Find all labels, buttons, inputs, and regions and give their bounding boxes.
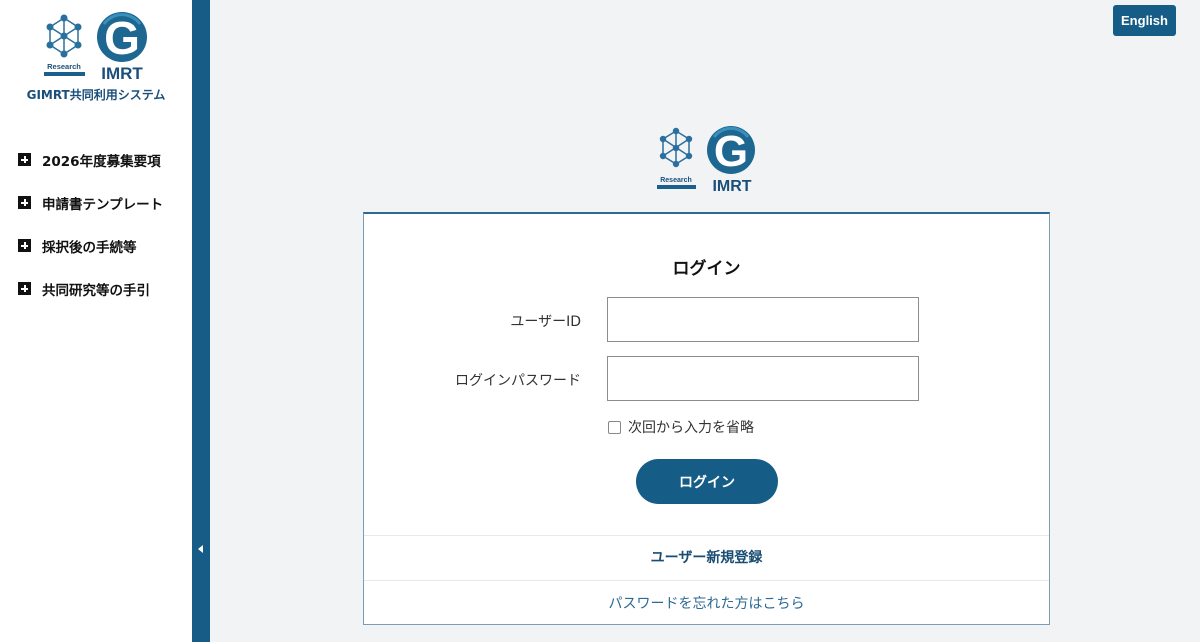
research-network-icon: Research bbox=[657, 127, 696, 189]
plus-square-icon bbox=[18, 239, 31, 252]
user-id-label: ユーザーID bbox=[510, 314, 581, 330]
system-name: GIMRT共同利用システム bbox=[26, 88, 166, 102]
logo-research-text: Research bbox=[660, 177, 692, 184]
remember-me-label: 次回から入力を省略 bbox=[628, 420, 754, 436]
sidebar-item-label: 申請書テンプレート bbox=[42, 196, 164, 213]
chevron-left-icon bbox=[198, 545, 203, 553]
sidebar-nav: 2026年度募集要項 申請書テンプレート 採択後の手続等 共同研究等の手引 bbox=[18, 138, 163, 310]
divider bbox=[364, 535, 1049, 536]
login-button[interactable]: ログイン bbox=[636, 459, 778, 504]
logo-g-letter: G bbox=[104, 12, 140, 64]
center-logo: Research G IMRT bbox=[657, 126, 755, 194]
login-title: ログイン bbox=[672, 259, 741, 279]
register-link[interactable]: ユーザー新規登録 bbox=[364, 547, 1049, 567]
login-card: ログイン ユーザーID ログインパスワード 次回から入力を省略 ログイン ユーザ… bbox=[363, 212, 1050, 625]
password-label: ログインパスワード bbox=[455, 373, 581, 389]
sidebar-item-guide[interactable]: 共同研究等の手引 bbox=[18, 267, 163, 310]
remember-me-checkbox[interactable] bbox=[608, 420, 621, 434]
plus-square-icon bbox=[18, 153, 31, 166]
divider bbox=[364, 580, 1049, 581]
plus-square-icon bbox=[18, 196, 31, 209]
password-input[interactable] bbox=[607, 356, 919, 401]
plus-square-icon bbox=[18, 282, 31, 295]
language-button[interactable]: English bbox=[1113, 5, 1176, 36]
logo-g-letter: G bbox=[714, 127, 748, 176]
user-id-input[interactable] bbox=[607, 297, 919, 342]
g-emblem-icon: G IMRT bbox=[97, 12, 147, 82]
logo-imrt-text: IMRT bbox=[712, 178, 751, 194]
forgot-password-link[interactable]: パスワードを忘れた方はこちら bbox=[364, 593, 1049, 613]
sidebar-item-label: 採択後の手続等 bbox=[42, 239, 137, 256]
sidebar-item-recruitment[interactable]: 2026年度募集要項 bbox=[18, 138, 163, 181]
sidebar-item-label: 2026年度募集要項 bbox=[42, 153, 161, 170]
sidebar-item-label: 共同研究等の手引 bbox=[42, 282, 150, 299]
logo-imrt-text: IMRT bbox=[101, 64, 143, 82]
research-network-icon: Research bbox=[44, 14, 85, 76]
remember-me-option[interactable]: 次回から入力を省略 bbox=[608, 417, 754, 437]
sidebar: Research G IMRT GIMRT共同利用システム 2026年度募集要項… bbox=[0, 0, 192, 642]
sidebar-item-templates[interactable]: 申請書テンプレート bbox=[18, 181, 163, 224]
g-emblem-icon: G IMRT bbox=[707, 126, 755, 194]
logo-research-text: Research bbox=[47, 62, 81, 71]
gimrt-logo[interactable]: Research G IMRT bbox=[38, 10, 152, 82]
sidebar-item-procedures[interactable]: 採択後の手続等 bbox=[18, 224, 163, 267]
sidebar-collapse-toggle[interactable] bbox=[192, 0, 210, 642]
